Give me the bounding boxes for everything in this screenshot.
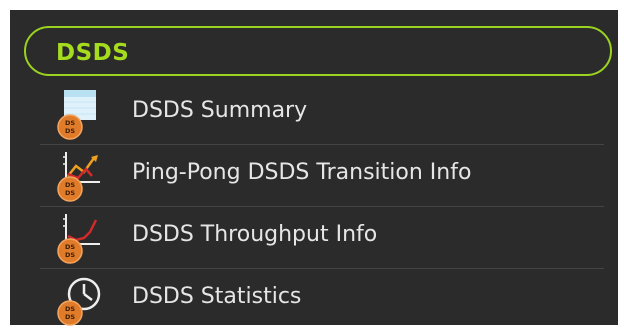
dsds-group-header[interactable]: DSDS	[24, 26, 612, 76]
menu-item-dsds-summary[interactable]: DS DS DSDS Summary	[40, 82, 604, 145]
menu-item-ping-pong-transition[interactable]: DS DS Ping-Pong DSDS Transition Info	[40, 144, 604, 207]
svg-text:DS: DS	[65, 181, 75, 189]
svg-text:DS: DS	[65, 127, 75, 135]
svg-text:DS: DS	[65, 251, 75, 259]
dsds-group-title: DSDS	[56, 40, 130, 66]
menu-item-label: DSDS Summary	[132, 98, 308, 123]
menu-item-dsds-throughput[interactable]: DS DS DSDS Throughput Info	[40, 206, 604, 269]
svg-text:DS: DS	[65, 243, 75, 251]
svg-text:DS: DS	[65, 119, 75, 127]
menu-item-label: Ping-Pong DSDS Transition Info	[132, 160, 472, 185]
menu-item-dsds-statistics[interactable]: DS DS DSDS Statistics	[40, 268, 604, 330]
menu-item-label: DSDS Statistics	[132, 284, 302, 309]
svg-text:DS: DS	[65, 189, 75, 197]
summary-table-icon: DS DS	[54, 90, 104, 140]
svg-text:DS: DS	[65, 313, 75, 321]
dsds-menu-panel: DSDS DS DS DSDS Summary DS DS Ping-Pong …	[10, 10, 618, 326]
throughput-chart-icon: DS DS	[54, 214, 104, 264]
svg-text:DS: DS	[65, 305, 75, 313]
menu-item-label: DSDS Throughput Info	[132, 222, 378, 247]
statistics-clock-icon: DS DS	[54, 276, 104, 326]
transition-chart-icon: DS DS	[54, 152, 104, 202]
